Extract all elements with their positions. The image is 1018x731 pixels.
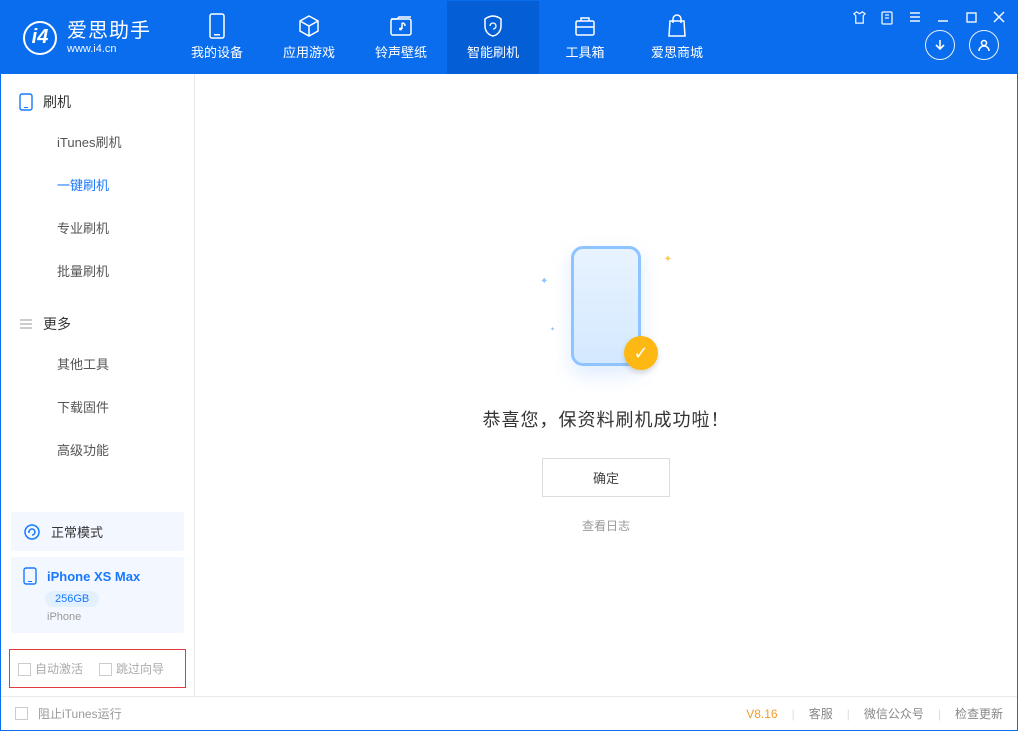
mode-label: 正常模式 xyxy=(51,522,103,541)
sidebar-section-flash: 刷机 xyxy=(1,92,194,120)
music-folder-icon xyxy=(389,14,413,38)
download-button[interactable] xyxy=(925,30,955,60)
nav-tab-flash[interactable]: 智能刷机 xyxy=(447,1,539,74)
nav-tab-toolbox[interactable]: 工具箱 xyxy=(539,1,631,74)
storage-badge: 256GB xyxy=(45,591,99,607)
mode-box[interactable]: 正常模式 xyxy=(11,512,184,551)
bag-icon xyxy=(665,14,689,38)
shield-refresh-icon xyxy=(481,14,505,38)
logo-icon: i4 xyxy=(23,21,57,55)
sidebar: 刷机 iTunes刷机 一键刷机 专业刷机 批量刷机 更多 其他工具 下载固件 … xyxy=(1,74,195,696)
app-title: 爱思助手 xyxy=(67,20,151,43)
sidebar-item-download-firmware[interactable]: 下载固件 xyxy=(1,385,194,428)
nav-label: 爱思商城 xyxy=(651,42,703,61)
device-box[interactable]: iPhone XS Max 256GB iPhone xyxy=(11,557,184,633)
list-icon xyxy=(19,317,33,331)
nav-label: 铃声壁纸 xyxy=(375,42,427,61)
nav-tab-device[interactable]: 我的设备 xyxy=(171,1,263,74)
sparkle-icon: ✦ xyxy=(664,254,672,265)
ok-button[interactable]: 确定 xyxy=(542,458,670,497)
app-window: i4 爱思助手 www.i4.cn 我的设备 应用游戏 铃声壁纸 智能刷机 xyxy=(0,0,1018,731)
checkbox-block-itunes[interactable]: 阻止iTunes运行 xyxy=(15,705,122,722)
phone-icon xyxy=(19,93,33,111)
menu-icon[interactable] xyxy=(907,9,923,25)
checkbox-icon xyxy=(18,663,31,676)
close-icon[interactable] xyxy=(991,9,1007,25)
device-name: iPhone XS Max xyxy=(47,569,140,584)
checkbox-icon xyxy=(15,707,28,720)
nav-label: 工具箱 xyxy=(565,42,604,61)
nav-label: 应用游戏 xyxy=(283,42,335,61)
statusbar: 阻止iTunes运行 V8.16 | 客服 | 微信公众号 | 检查更新 xyxy=(1,696,1017,730)
titlebar: i4 爱思助手 www.i4.cn 我的设备 应用游戏 铃声壁纸 智能刷机 xyxy=(1,1,1017,74)
success-panel: ✦ ✦ ✦ ✓ 恭喜您，保资料刷机成功啦！ 确定 查看日志 xyxy=(483,236,730,534)
nav-tab-apps[interactable]: 应用游戏 xyxy=(263,1,355,74)
sparkle-icon: ✦ xyxy=(540,276,548,287)
user-button[interactable] xyxy=(969,30,999,60)
phone-icon xyxy=(205,14,229,38)
nav-tab-ringtone[interactable]: 铃声壁纸 xyxy=(355,1,447,74)
briefcase-icon xyxy=(573,14,597,38)
window-controls xyxy=(851,9,1007,25)
refresh-icon xyxy=(23,523,41,541)
success-message: 恭喜您，保资料刷机成功啦！ xyxy=(483,406,730,432)
highlighted-checkbox-row: 自动激活 跳过向导 xyxy=(9,649,186,688)
device-phone-icon xyxy=(23,567,37,585)
minimize-icon[interactable] xyxy=(935,9,951,25)
main-content: ✦ ✦ ✦ ✓ 恭喜您，保资料刷机成功啦！ 确定 查看日志 xyxy=(195,74,1017,696)
sidebar-item-pro-flash[interactable]: 专业刷机 xyxy=(1,206,194,249)
body-area: 刷机 iTunes刷机 一键刷机 专业刷机 批量刷机 更多 其他工具 下载固件 … xyxy=(1,74,1017,696)
shirt-icon[interactable] xyxy=(851,9,867,25)
sidebar-item-advanced[interactable]: 高级功能 xyxy=(1,428,194,471)
phone-illustration: ✦ ✦ ✦ ✓ xyxy=(536,236,676,376)
sparkle-icon: ✦ xyxy=(550,326,555,333)
sidebar-section-more: 更多 xyxy=(1,314,194,342)
sidebar-item-other-tools[interactable]: 其他工具 xyxy=(1,342,194,385)
nav-label: 我的设备 xyxy=(191,42,243,61)
section-title: 更多 xyxy=(43,314,71,334)
nav-tab-store[interactable]: 爱思商城 xyxy=(631,1,723,74)
check-badge-icon: ✓ xyxy=(624,336,658,370)
support-link[interactable]: 客服 xyxy=(809,705,833,722)
wechat-link[interactable]: 微信公众号 xyxy=(864,705,924,722)
logo-area: i4 爱思助手 www.i4.cn xyxy=(1,1,171,74)
titlebar-right-circles xyxy=(925,30,999,60)
nav-label: 智能刷机 xyxy=(467,42,519,61)
maximize-icon[interactable] xyxy=(963,9,979,25)
sidebar-item-batch-flash[interactable]: 批量刷机 xyxy=(1,249,194,292)
view-log-link[interactable]: 查看日志 xyxy=(483,517,730,534)
checkbox-auto-activate[interactable]: 自动激活 xyxy=(18,660,83,677)
version-label: V8.16 xyxy=(746,707,777,721)
device-type: iPhone xyxy=(47,611,172,623)
section-title: 刷机 xyxy=(43,92,71,112)
note-icon[interactable] xyxy=(879,9,895,25)
checkbox-icon xyxy=(99,663,112,676)
sidebar-item-itunes-flash[interactable]: iTunes刷机 xyxy=(1,120,194,163)
checkbox-skip-guide[interactable]: 跳过向导 xyxy=(99,660,164,677)
cube-icon xyxy=(297,14,321,38)
nav-tabs: 我的设备 应用游戏 铃声壁纸 智能刷机 工具箱 爱思商城 xyxy=(171,1,723,74)
check-update-link[interactable]: 检查更新 xyxy=(955,705,1003,722)
app-url: www.i4.cn xyxy=(67,43,151,56)
sidebar-item-oneclick-flash[interactable]: 一键刷机 xyxy=(1,163,194,206)
